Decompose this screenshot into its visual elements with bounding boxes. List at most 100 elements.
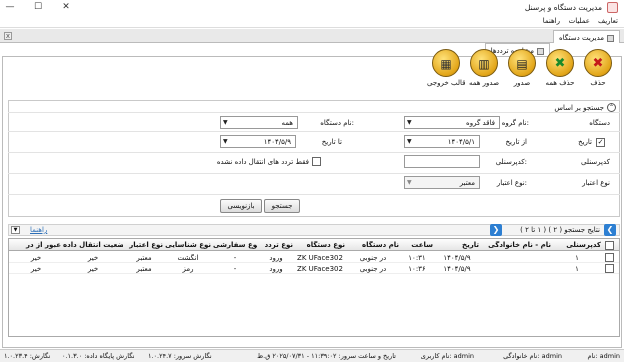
row-checkbox[interactable]: [605, 253, 614, 262]
column-header[interactable]: نوع سفارشی: [213, 241, 257, 249]
date-label: تاریخ: [578, 138, 592, 146]
date-checkbox[interactable]: ✓: [596, 138, 605, 147]
help-link[interactable]: راهنما: [30, 226, 47, 234]
status-family: نام خانوادگی: admin: [503, 352, 562, 360]
status-name: نام: admin: [587, 352, 620, 360]
status-bar: نام: admin نام خانوادگی: admin نام کاربر…: [0, 349, 624, 362]
group-name-select[interactable]: فاقد گروه ▼: [404, 116, 500, 129]
calendar-dropdown-icon: ▼: [407, 138, 412, 145]
search-header-label: جستجو بر اساس: [554, 103, 604, 112]
chevron-left-icon: ❯: [492, 225, 500, 234]
calendar-dropdown-icon: ▼: [223, 138, 228, 145]
search-button[interactable]: جستجو: [264, 199, 300, 213]
table-cell: معتبر: [136, 254, 152, 262]
row-divider: [8, 112, 620, 113]
menu-bar: تعاریف عملیات راهنما: [0, 15, 624, 28]
column-header[interactable]: وضعیت انتقال داده: [63, 241, 123, 249]
select-all-checkbox[interactable]: [605, 241, 614, 250]
from-date-label: از تاریخ: [505, 138, 527, 146]
row-checkbox[interactable]: [605, 264, 614, 273]
from-date-value: ۱۴۰۴/۵/۱: [447, 138, 475, 146]
only-untransferred-checkbox[interactable]: [312, 157, 321, 166]
validity-filter-label: نوع اعتبار: [582, 179, 610, 187]
reset-button[interactable]: بازنویسی: [220, 199, 262, 213]
row-divider: [8, 152, 620, 153]
export-button[interactable]: ▤ صدور: [503, 49, 541, 93]
menu-definitions[interactable]: تعاریف: [598, 17, 618, 25]
output-template-button[interactable]: ▦ قالب خروجی: [427, 49, 465, 93]
template-icon: ▦: [432, 49, 460, 77]
validity-type-select[interactable]: معتبر ▼: [404, 176, 480, 189]
device-name-value: همه: [281, 119, 294, 127]
export-all-button[interactable]: ▥ صدور همه: [465, 49, 503, 93]
column-header[interactable]: نام - نام خانوادگی: [481, 241, 551, 249]
maximize-button[interactable]: ☐: [30, 1, 46, 14]
column-header[interactable]: نوع شناسایی: [165, 241, 211, 249]
minimize-button[interactable]: —: [2, 1, 18, 14]
status-db-version: نگارش پایگاه داده: ۰.۱.۳.۰: [62, 352, 135, 360]
printer-all-icon: ▥: [470, 49, 498, 77]
search-header[interactable]: جستجو بر اساس ⌃: [554, 103, 616, 112]
table-cell: در جنوبی: [359, 254, 387, 262]
delete-all-label: حذف همه: [545, 79, 575, 87]
table-cell: خیر: [30, 254, 42, 262]
table-cell: معتبر: [136, 265, 152, 273]
export-all-label: صدور همه: [468, 79, 500, 87]
table-cell: خیر: [87, 254, 99, 262]
table-cell: ZK UFace302: [297, 265, 343, 273]
dropdown-icon[interactable]: ▼: [11, 226, 20, 234]
collapse-icon: ⌃: [607, 103, 616, 112]
status-app-version: نگارش: ۱.۰.۲۳.۴: [4, 352, 51, 360]
group-name-label: نام گروه:: [501, 119, 529, 127]
device-name-select[interactable]: همه ▼: [220, 116, 298, 129]
to-date-picker[interactable]: ۱۴۰۴/۵/۹ ▼: [220, 135, 296, 148]
tab-device-management[interactable]: مدیریت دستگاه: [552, 30, 620, 43]
column-header[interactable]: نوع دستگاه: [295, 241, 345, 249]
column-header[interactable]: نام دستگاه: [347, 241, 399, 249]
from-date-picker[interactable]: ۱۴۰۴/۵/۱ ▼: [404, 135, 480, 148]
next-page-button[interactable]: ❮: [604, 224, 616, 236]
menu-operations[interactable]: عملیات: [569, 17, 590, 25]
menu-help[interactable]: راهنما: [543, 17, 560, 25]
results-summary: نتایج جستجو ( ۲ ) ( ۱ تا ۲ ): [520, 226, 600, 234]
table-cell: ۱۰:۳۶: [408, 265, 426, 273]
table-cell: ورود: [269, 254, 283, 262]
to-date-label: تا تاریخ: [321, 138, 342, 146]
table-cell: ۱۴۰۴/۵/۹: [443, 254, 471, 262]
table-cell: رمز: [182, 265, 194, 273]
only-untransferred-label: فقط تردد های انتقال داده نشده: [216, 158, 309, 166]
status-username: نام کاربری: admin: [420, 352, 474, 360]
column-header[interactable]: تاریخ: [435, 241, 479, 249]
column-header[interactable]: نوع تردد: [259, 241, 293, 249]
delete-icon: ✖: [584, 49, 612, 77]
status-server-version: نگارش سرور: ۱.۰.۲۴.۷: [148, 352, 212, 360]
validity-type-label: نوع اعتبار:: [496, 179, 527, 187]
printer-icon: ▤: [508, 49, 536, 77]
table-cell: ورود: [269, 265, 283, 273]
column-header[interactable]: کدپرسنلی: [553, 241, 601, 249]
grid-icon: [607, 34, 614, 42]
column-header[interactable]: نوع اعتبار: [125, 241, 163, 249]
personnel-filter-label: کدپرسنلی: [581, 158, 610, 166]
prev-page-button[interactable]: ❯: [490, 224, 502, 236]
to-date-value: ۱۴۰۴/۵/۹: [263, 138, 291, 146]
row-divider: [8, 194, 620, 195]
close-tab-icon[interactable]: x: [4, 32, 12, 40]
export-label: صدور: [513, 79, 531, 87]
validity-type-value: معتبر: [459, 179, 475, 187]
close-button[interactable]: ✕: [58, 1, 74, 14]
chevron-right-icon: ❮: [606, 225, 614, 234]
table-cell: ۱۴۰۴/۵/۹: [443, 265, 471, 273]
table-cell: ZK UFace302: [297, 254, 343, 262]
delete-button[interactable]: ✖ حذف: [579, 49, 617, 93]
tab-label: مدیریت دستگاه: [558, 34, 604, 42]
table-cell: خیر: [30, 265, 42, 273]
traffic-grid: کدپرسنلی نام - نام خانوادگی تاریخ ساعت نام د…: [8, 238, 620, 337]
column-header[interactable]: عبور از در: [11, 241, 61, 249]
delete-all-button[interactable]: ✖ حذف همه: [541, 49, 579, 93]
table-cell: ۱: [575, 265, 579, 273]
table-cell: انگشت: [177, 254, 199, 262]
table-cell: -: [233, 265, 237, 273]
column-header[interactable]: ساعت: [401, 241, 433, 249]
personnel-code-input[interactable]: [404, 155, 480, 168]
